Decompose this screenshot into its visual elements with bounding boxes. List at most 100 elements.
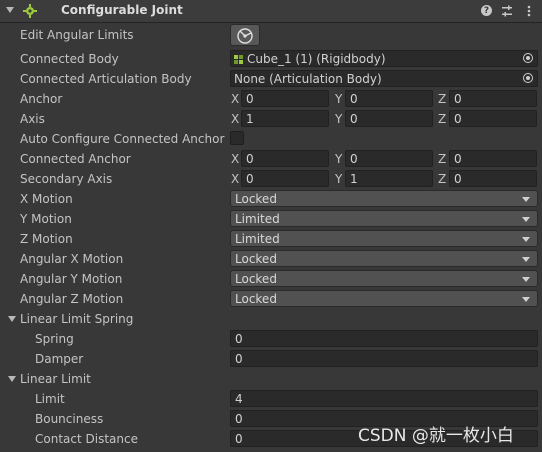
y-label[interactable]: Y <box>335 172 342 186</box>
angular-x-motion-label: Angular X Motion <box>20 252 124 266</box>
y-motion-row: Y Motion Limited <box>0 209 542 229</box>
connected-anchor-y-field[interactable]: 0 <box>345 150 433 167</box>
angular-y-motion-label: Angular Y Motion <box>20 272 123 286</box>
chevron-down-icon <box>522 217 530 222</box>
expand-arrow-icon[interactable] <box>8 376 16 382</box>
y-label[interactable]: Y <box>335 112 342 126</box>
x-label[interactable]: X <box>231 172 239 186</box>
angular-x-motion-value: Locked <box>235 252 277 266</box>
x-motion-row: X Motion Locked <box>0 189 542 209</box>
angular-y-motion-value: Locked <box>235 272 277 286</box>
configurable-joint-icon <box>23 4 37 18</box>
connected-articulation-body-value: None (Articulation Body) <box>234 72 382 86</box>
object-picker-icon[interactable] <box>523 53 533 63</box>
expand-arrow-icon[interactable] <box>8 316 16 322</box>
secondary-axis-label: Secondary Axis <box>20 172 113 186</box>
x-motion-label: X Motion <box>20 192 73 206</box>
anchor-x-field[interactable]: 0 <box>241 90 329 107</box>
contact-distance-label: Contact Distance <box>35 432 138 446</box>
angular-limits-icon <box>237 28 253 44</box>
anchor-z-field[interactable]: 0 <box>449 90 537 107</box>
y-motion-value: Limited <box>235 212 280 226</box>
rigidbody-icon <box>234 55 243 64</box>
chevron-down-icon <box>522 297 530 302</box>
angular-z-motion-label: Angular Z Motion <box>20 292 124 306</box>
connected-articulation-body-label: Connected Articulation Body <box>20 72 192 86</box>
spring-label: Spring <box>35 332 74 346</box>
damper-row: Damper 0 <box>0 349 542 369</box>
x-label[interactable]: X <box>231 152 239 166</box>
edit-angular-limits-button[interactable] <box>230 24 260 46</box>
spring-field[interactable]: 0 <box>230 330 538 347</box>
connected-anchor-row: Connected Anchor X 0 Y 0 Z 0 <box>0 149 542 169</box>
connected-body-field[interactable]: Cube_1 (1) (Rigidbody) <box>230 50 538 67</box>
limit-row: Limit 4 <box>0 389 542 409</box>
limit-label: Limit <box>35 392 65 406</box>
linear-limit-spring-foldout[interactable]: Linear Limit Spring <box>0 309 542 329</box>
z-label[interactable]: Z <box>438 112 446 126</box>
damper-field[interactable]: 0 <box>230 350 538 367</box>
chevron-down-icon <box>522 237 530 242</box>
linear-limit-spring-label: Linear Limit Spring <box>20 312 134 326</box>
secondary-axis-x-field[interactable]: 0 <box>241 170 329 187</box>
component-header: Configurable Joint ? <box>0 0 542 23</box>
axis-z-field[interactable]: 0 <box>449 110 537 127</box>
edit-angular-limits-label: Edit Angular Limits <box>20 28 134 42</box>
chevron-down-icon <box>522 277 530 282</box>
chevron-down-icon <box>522 257 530 262</box>
axis-row: Axis X 1 Y 0 Z 0 <box>0 109 542 129</box>
object-picker-icon[interactable] <box>523 73 533 83</box>
watermark-text: CSDN @就一枚小白 <box>358 426 514 446</box>
z-motion-value: Limited <box>235 232 280 246</box>
damper-label: Damper <box>35 352 84 366</box>
y-motion-dropdown[interactable]: Limited <box>230 210 538 227</box>
x-label[interactable]: X <box>231 92 239 106</box>
z-label[interactable]: Z <box>438 92 446 106</box>
connected-body-row: Connected Body Cube_1 (1) (Rigidbody) <box>0 49 542 69</box>
bounciness-label: Bounciness <box>35 412 104 426</box>
secondary-axis-y-field[interactable]: 1 <box>345 170 433 187</box>
y-motion-label: Y Motion <box>20 212 72 226</box>
connected-body-value: Cube_1 (1) (Rigidbody) <box>247 52 386 66</box>
y-label[interactable]: Y <box>335 92 342 106</box>
help-icon[interactable]: ? <box>481 5 492 16</box>
edit-angular-limits-row: Edit Angular Limits <box>0 25 542 45</box>
connected-body-label: Connected Body <box>20 52 119 66</box>
anchor-label: Anchor <box>20 92 63 106</box>
x-label[interactable]: X <box>231 112 239 126</box>
z-motion-label: Z Motion <box>20 232 73 246</box>
x-motion-value: Locked <box>235 192 277 206</box>
angular-z-motion-dropdown[interactable]: Locked <box>230 290 538 307</box>
preset-icon[interactable] <box>500 3 514 19</box>
collapse-arrow-icon[interactable] <box>6 7 14 13</box>
angular-x-motion-row: Angular X Motion Locked <box>0 249 542 269</box>
chevron-down-icon <box>522 197 530 202</box>
connected-articulation-body-field[interactable]: None (Articulation Body) <box>230 70 538 87</box>
auto-configure-checkbox[interactable] <box>230 131 244 145</box>
z-label[interactable]: Z <box>438 152 446 166</box>
auto-configure-row: Auto Configure Connected Anchor <box>0 129 542 149</box>
component-title: Configurable Joint <box>61 3 183 17</box>
angular-y-motion-dropdown[interactable]: Locked <box>230 270 538 287</box>
connected-anchor-x-field[interactable]: 0 <box>241 150 329 167</box>
z-motion-row: Z Motion Limited <box>0 229 542 249</box>
limit-field[interactable]: 4 <box>230 390 538 407</box>
axis-y-field[interactable]: 0 <box>345 110 433 127</box>
connected-articulation-body-row: Connected Articulation Body None (Articu… <box>0 69 542 89</box>
spring-row: Spring 0 <box>0 329 542 349</box>
angular-x-motion-dropdown[interactable]: Locked <box>230 250 538 267</box>
axis-label: Axis <box>20 112 45 126</box>
z-motion-dropdown[interactable]: Limited <box>230 230 538 247</box>
x-motion-dropdown[interactable]: Locked <box>230 190 538 207</box>
secondary-axis-z-field[interactable]: 0 <box>449 170 537 187</box>
menu-icon[interactable] <box>522 3 536 19</box>
angular-y-motion-row: Angular Y Motion Locked <box>0 269 542 289</box>
anchor-y-field[interactable]: 0 <box>345 90 433 107</box>
z-label[interactable]: Z <box>438 172 446 186</box>
axis-x-field[interactable]: 1 <box>241 110 329 127</box>
y-label[interactable]: Y <box>335 152 342 166</box>
auto-configure-label: Auto Configure Connected Anchor <box>20 132 225 146</box>
connected-anchor-z-field[interactable]: 0 <box>449 150 537 167</box>
linear-limit-foldout[interactable]: Linear Limit <box>0 369 542 389</box>
angular-z-motion-row: Angular Z Motion Locked <box>0 289 542 309</box>
